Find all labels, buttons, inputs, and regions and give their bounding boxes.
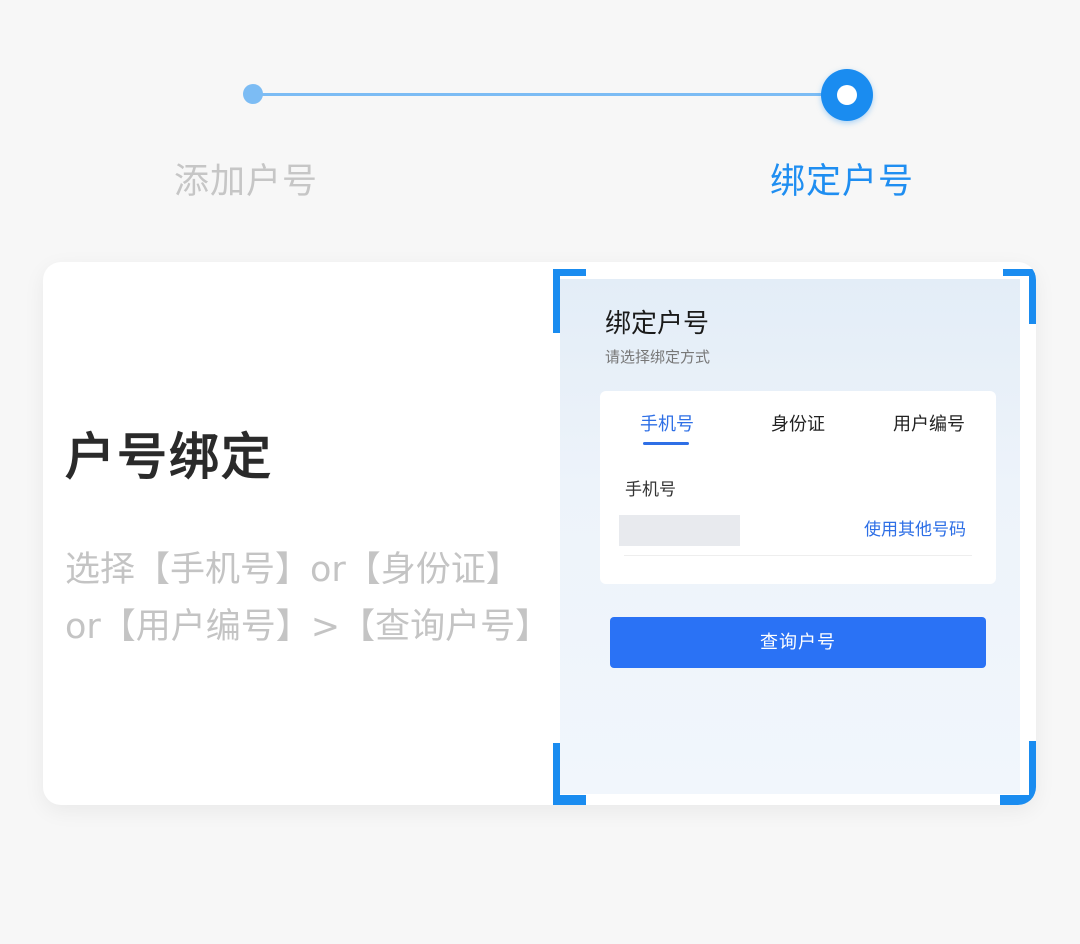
- bind-method-panel: 手机号 身份证 用户编号 手机号 使用其他号码: [600, 391, 996, 584]
- tab-user-number[interactable]: 用户编号: [893, 413, 965, 437]
- corner-bracket-top-left: [553, 269, 560, 333]
- field-divider: [624, 555, 972, 556]
- use-other-number-link[interactable]: 使用其他号码: [864, 519, 966, 541]
- mockup-subtitle: 请选择绑定方式: [605, 348, 711, 366]
- step-2-dot-active: [821, 69, 873, 121]
- card-description: 选择【手机号】or【身份证】 or【用户编号】>【查询户号】: [65, 542, 565, 656]
- card-description-line-2: or【用户编号】>【查询户号】: [65, 607, 551, 647]
- stepper-line: [252, 93, 846, 96]
- corner-bracket-top-right: [1003, 269, 1036, 276]
- corner-bracket-bottom-right: [1000, 795, 1036, 805]
- step-1-dot: [243, 84, 263, 104]
- corner-bracket-top-left: [553, 269, 586, 276]
- phone-number-input[interactable]: [619, 515, 740, 546]
- corner-bracket-top-right: [1029, 269, 1036, 324]
- phone-field-label: 手机号: [625, 480, 676, 500]
- tab-id-card[interactable]: 身份证: [771, 413, 825, 437]
- guide-card: 户号绑定 选择【手机号】or【身份证】 or【用户编号】>【查询户号】 绑定户号…: [43, 262, 1036, 805]
- corner-bracket-bottom-left: [553, 795, 586, 805]
- tab-active-indicator: [643, 442, 689, 445]
- mockup-title: 绑定户号: [605, 309, 710, 339]
- page: 添加户号 绑定户号 户号绑定 选择【手机号】or【身份证】 or【用户编号】>【…: [0, 0, 1080, 944]
- phone-mockup: 绑定户号 请选择绑定方式 手机号 身份证 用户编号 手机号 使用其他号码 查询户…: [553, 269, 1036, 805]
- query-account-button[interactable]: 查询户号: [610, 617, 986, 668]
- card-title: 户号绑定: [65, 428, 273, 486]
- tab-phone[interactable]: 手机号: [640, 413, 694, 437]
- step-2-label: 绑定户号: [770, 162, 915, 202]
- step-1-label: 添加户号: [174, 162, 319, 202]
- card-description-line-1: 选择【手机号】or【身份证】: [65, 550, 521, 590]
